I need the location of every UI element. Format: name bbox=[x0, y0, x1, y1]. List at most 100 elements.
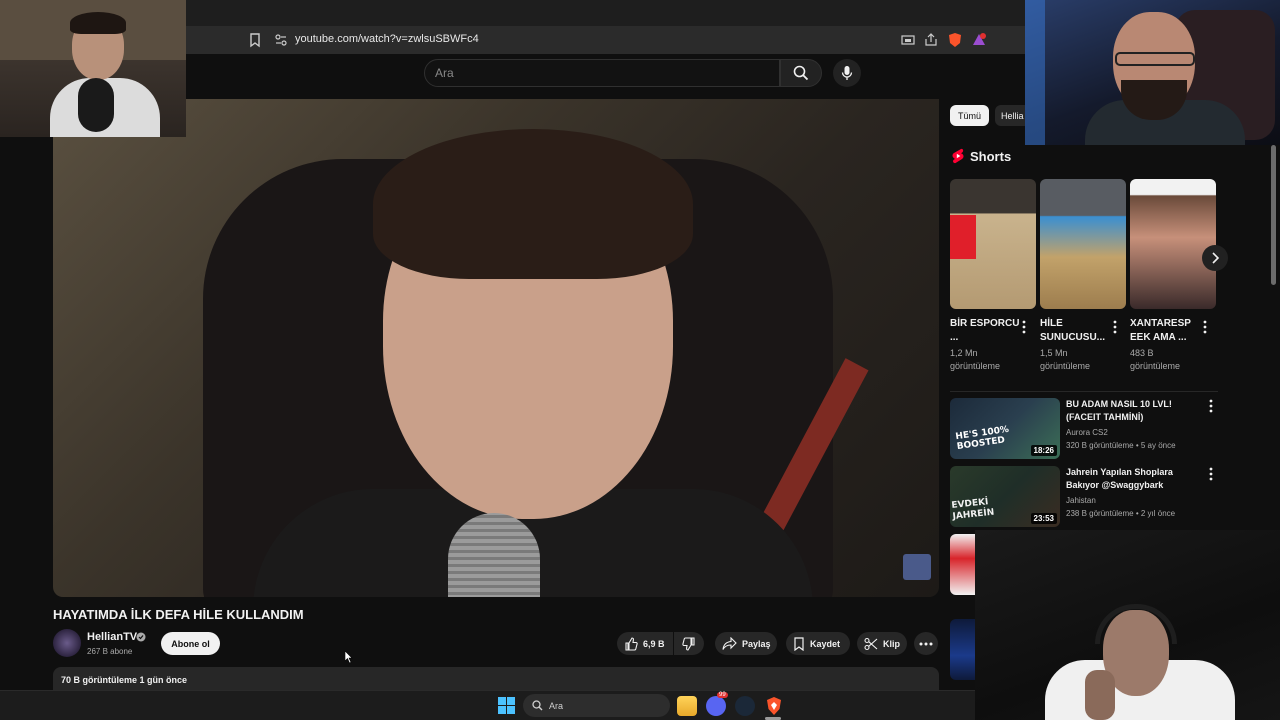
file-explorer-icon[interactable] bbox=[677, 696, 697, 716]
video-duration: 23:53 bbox=[1030, 513, 1057, 524]
shorts-heading: Shorts bbox=[970, 149, 1012, 164]
youtube-header bbox=[186, 54, 1026, 100]
video-duration: 18:26 bbox=[1030, 445, 1057, 456]
webcam-person-glasses bbox=[1115, 52, 1195, 66]
recommended-video-channel[interactable]: Jahistan bbox=[1066, 496, 1096, 505]
browser-tab-strip bbox=[186, 0, 1026, 26]
description-box[interactable]: 70 B görüntüleme 1 gün önce bbox=[53, 667, 939, 692]
recommended-video-thumbnail[interactable]: EVDEKİ JAHREİN 23:53 bbox=[950, 466, 1060, 527]
more-horizontal-icon bbox=[919, 642, 933, 645]
scissors-icon bbox=[864, 637, 878, 650]
share-icon bbox=[722, 636, 737, 650]
short-title[interactable]: HİLE SUNUCUSU... bbox=[1040, 317, 1110, 345]
channel-avatar[interactable] bbox=[53, 629, 81, 657]
bookmark-icon[interactable] bbox=[248, 32, 262, 48]
short-title[interactable]: BİR ESPORCU ... bbox=[950, 317, 1020, 345]
recommended-video-meta: 238 B görüntüleme • 2 yıl önce bbox=[1066, 509, 1176, 518]
brave-rewards-icon[interactable] bbox=[971, 32, 987, 48]
recommended-video-thumbnail[interactable] bbox=[950, 534, 976, 595]
shorts-logo-icon bbox=[952, 148, 964, 164]
video-menu-icon[interactable] bbox=[1209, 467, 1213, 481]
search-icon bbox=[793, 65, 809, 81]
video-watermark bbox=[903, 554, 931, 580]
short-menu-icon[interactable] bbox=[1113, 320, 1117, 334]
video-frame-microphone bbox=[448, 513, 540, 597]
share-label: Paylaş bbox=[742, 638, 771, 649]
search-icon bbox=[532, 700, 543, 711]
site-info-icon[interactable] bbox=[274, 33, 288, 47]
subscriber-count: 267 B abone bbox=[87, 647, 133, 656]
webcam-overlay-top-left bbox=[0, 0, 186, 137]
windows-taskbar: Ara 99 bbox=[0, 690, 975, 720]
steam-icon[interactable] bbox=[735, 696, 755, 716]
recommended-video-channel[interactable]: Aurora CS2 bbox=[1066, 428, 1108, 437]
recommended-video-title[interactable]: BU ADAM NASIL 10 LVL! (FACEIT TAHMİNİ) bbox=[1066, 398, 1196, 424]
more-actions-button[interactable] bbox=[914, 632, 938, 655]
url-text[interactable]: youtube.com/watch?v=zwlsuSBWFc4 bbox=[295, 33, 479, 45]
thumbs-up-icon bbox=[625, 636, 638, 651]
webcam-person-hand bbox=[1085, 670, 1115, 720]
video-player[interactable] bbox=[53, 99, 939, 597]
save-label: Kaydet bbox=[810, 638, 841, 649]
share-button[interactable]: Paylaş bbox=[715, 632, 777, 655]
short-views: 483 B görüntüleme bbox=[1130, 348, 1181, 371]
webcam-overlay-top-right bbox=[1025, 0, 1280, 145]
channel-name[interactable]: HellianTV bbox=[87, 631, 137, 643]
webcam-microphone bbox=[78, 78, 114, 132]
short-thumbnail[interactable] bbox=[1040, 179, 1126, 309]
webcam-person-hair bbox=[70, 12, 126, 34]
short-menu-icon[interactable] bbox=[1022, 320, 1026, 334]
short-thumbnail-graphic bbox=[950, 215, 976, 259]
video-menu-icon[interactable] bbox=[1209, 399, 1213, 413]
chip-all[interactable]: Tümü bbox=[950, 105, 989, 126]
like-count: 6,9 B bbox=[643, 638, 665, 649]
views-and-date: 70 B görüntüleme 1 gün önce bbox=[61, 675, 188, 685]
thumbs-down-icon bbox=[682, 636, 695, 651]
search-input[interactable] bbox=[425, 60, 779, 86]
save-bookmark-icon bbox=[794, 636, 804, 651]
shorts-next-button[interactable] bbox=[1202, 245, 1228, 271]
subscribe-button[interactable]: Abone ol bbox=[161, 632, 220, 655]
clip-label: Klip bbox=[883, 638, 900, 649]
sidebar-separator bbox=[950, 391, 1218, 392]
short-thumbnail[interactable] bbox=[950, 179, 1036, 309]
chevron-right-icon bbox=[1212, 252, 1219, 264]
like-button[interactable]: 6,9 B bbox=[617, 632, 673, 655]
share-page-icon[interactable] bbox=[923, 32, 939, 48]
video-frame-hair bbox=[373, 129, 693, 279]
search-field[interactable] bbox=[424, 59, 780, 87]
recommended-video-title[interactable]: Jahrein Yapılan Shoplara Bakıyor @Swaggy… bbox=[1066, 466, 1196, 492]
mouse-cursor-icon bbox=[345, 651, 353, 663]
discord-icon[interactable]: 99 bbox=[706, 692, 728, 716]
taskbar-search[interactable]: Ara bbox=[523, 694, 670, 717]
taskbar-search-placeholder: Ara bbox=[549, 700, 564, 711]
thumbnail-overlay-text: EVDEKİ JAHREİN bbox=[951, 497, 995, 522]
short-views: 1,5 Mn görüntüleme bbox=[1040, 348, 1091, 371]
webcam-headphones bbox=[1095, 604, 1177, 644]
dislike-button[interactable] bbox=[674, 632, 704, 655]
short-title[interactable]: XANTARESP EEK AMA ... bbox=[1130, 317, 1200, 345]
verified-icon bbox=[136, 632, 146, 642]
browser-address-bar[interactable]: youtube.com/watch?v=zwlsuSBWFc4 bbox=[186, 26, 1026, 54]
recommended-video-thumbnail[interactable] bbox=[950, 619, 976, 680]
webcam-led-light bbox=[1025, 0, 1045, 145]
brave-shields-icon[interactable] bbox=[947, 32, 963, 48]
recommended-video-meta: 320 B görüntüleme • 5 ay önce bbox=[1066, 441, 1176, 450]
short-views: 1,2 Mn görüntüleme bbox=[950, 348, 1001, 371]
voice-search-button[interactable] bbox=[833, 59, 861, 87]
video-title: HAYATIMDA İLK DEFA HİLE KULLANDIM bbox=[53, 607, 304, 622]
recommended-video-thumbnail[interactable]: HE'S 100% BOOSTED 18:26 bbox=[950, 398, 1060, 459]
save-button[interactable]: Kaydet bbox=[786, 632, 850, 655]
windows-start-icon[interactable] bbox=[498, 697, 515, 714]
search-button[interactable] bbox=[780, 59, 822, 87]
brave-browser-icon[interactable] bbox=[764, 696, 784, 716]
microphone-icon bbox=[841, 66, 853, 80]
thumbnail-overlay-text: HE'S 100% BOOSTED bbox=[954, 424, 1010, 453]
clip-button[interactable]: Klip bbox=[857, 632, 907, 655]
sidebar-scrollbar[interactable] bbox=[1271, 145, 1276, 285]
discord-notification-badge: 99 bbox=[717, 692, 728, 698]
webcam-overlay-bottom-right bbox=[975, 530, 1280, 720]
cast-icon[interactable] bbox=[900, 32, 916, 48]
short-menu-icon[interactable] bbox=[1203, 320, 1207, 334]
short-thumbnail[interactable] bbox=[1130, 179, 1216, 309]
